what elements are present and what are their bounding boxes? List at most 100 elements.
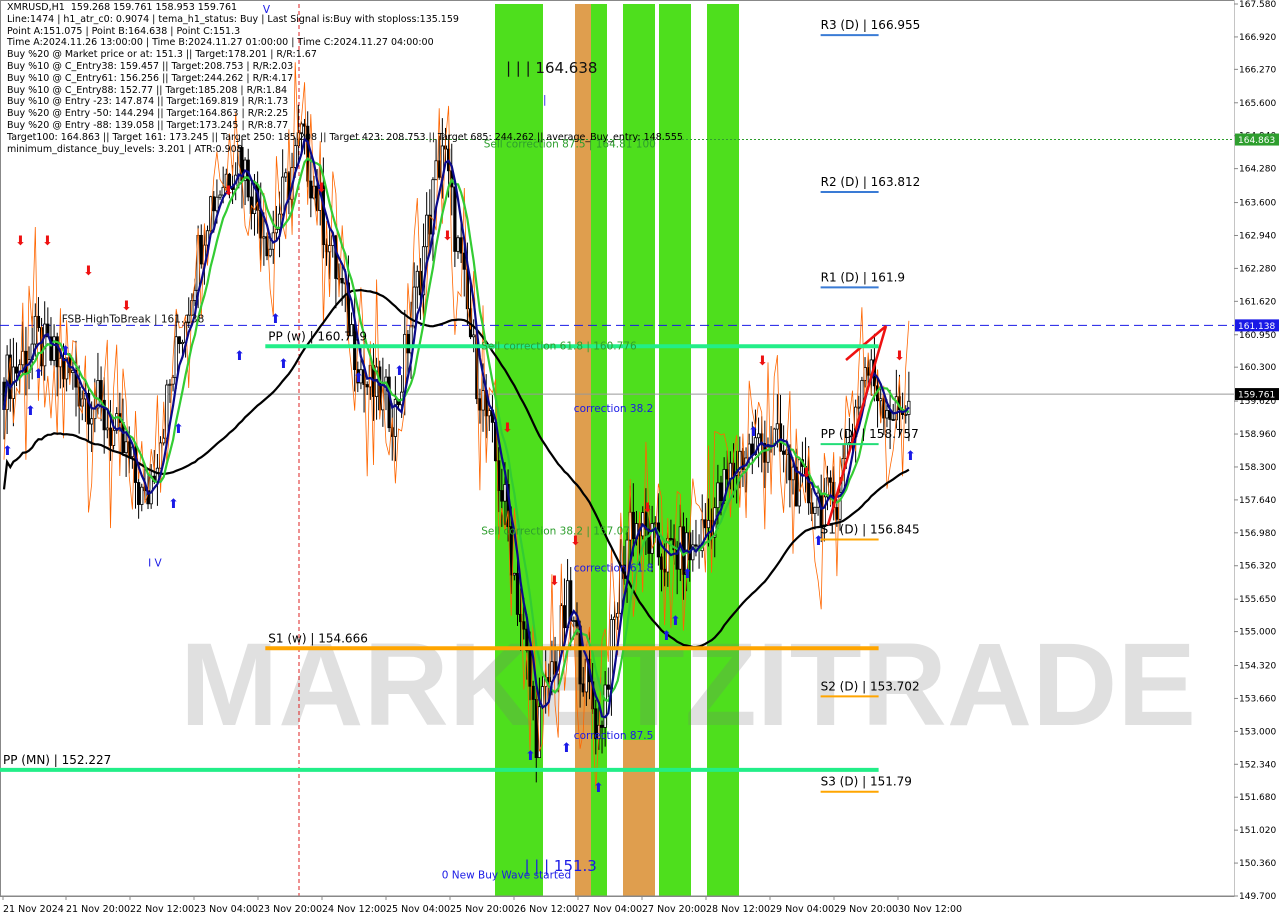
- sell-arrow: ⬇: [223, 184, 234, 199]
- candle-body: [747, 443, 751, 459]
- info-line: Point A:151.075 | Point B:164.638 | Poin…: [7, 25, 241, 37]
- candle-body: [828, 477, 833, 483]
- buy-arrow: ⬆: [278, 357, 289, 372]
- candle-body: [565, 580, 570, 629]
- buy-arrow: ⬆: [2, 444, 13, 459]
- candle-body: [459, 237, 463, 254]
- candle-body: [259, 209, 263, 239]
- level-label: S2 (D) | 153.702: [821, 679, 920, 693]
- annotation: correction 61.8: [574, 563, 653, 575]
- candle-body: [857, 406, 861, 409]
- candle-body: [531, 685, 535, 700]
- sell-arrow: ⬇: [570, 534, 581, 549]
- info-line: Buy %10 @ C_Entry88: 152.77 || Target:18…: [7, 84, 288, 96]
- signal-zone: [623, 740, 655, 896]
- buy-arrow: ⬆: [168, 497, 179, 512]
- candle-body: [716, 482, 720, 509]
- y-tick-label: 153.660: [1239, 694, 1276, 704]
- buy-arrow: ⬆: [353, 371, 364, 386]
- info-line: XMRUSD,H1 159.268 159.761 158.953 159.76…: [7, 2, 238, 13]
- candle-body: [425, 214, 429, 248]
- buy-arrow: ⬆: [661, 629, 672, 644]
- candle-body: [274, 228, 279, 234]
- buy-arrow: ⬆: [173, 422, 184, 437]
- info-line: Buy %20 @ Entry -88: 139.058 || Target:1…: [7, 119, 289, 131]
- y-tick-label: 154.320: [1239, 662, 1276, 672]
- y-tick-label: 150.360: [1239, 859, 1276, 869]
- annotation: I V: [148, 558, 162, 570]
- y-tick-label: 158.300: [1239, 463, 1276, 473]
- candle-body: [472, 334, 476, 338]
- level-label: PP (w) | 160.719: [268, 329, 367, 343]
- buy-arrow: ⬆: [25, 404, 36, 419]
- candle-body: [750, 443, 754, 455]
- buy-arrow: ⬆: [561, 741, 572, 756]
- sell-arrow: ⬇: [502, 421, 513, 436]
- sell-arrow: ⬇: [757, 354, 768, 369]
- y-tick-label: 164.280: [1239, 165, 1276, 175]
- candle-body: [162, 437, 166, 444]
- candle-body: [140, 486, 144, 505]
- y-tick-label: 155.000: [1239, 628, 1276, 638]
- y-tick-label: 167.580: [1239, 0, 1276, 10]
- candle-body: [61, 357, 66, 380]
- y-tick-label: 153.000: [1239, 727, 1276, 737]
- candle-body: [835, 507, 839, 520]
- y-tick-label: 160.950: [1239, 331, 1276, 341]
- info-line: Buy %20 @ Entry -50: 144.294 || Target:1…: [7, 108, 289, 120]
- y-tick-label: 155.650: [1239, 595, 1276, 605]
- annotation: 0 New Buy Wave started: [442, 870, 571, 882]
- y-tick-label: 162.280: [1239, 264, 1276, 274]
- x-tick-label: 25 Nov 04:00: [386, 904, 450, 915]
- info-line: Line:1474 | h1_atr_c0: 0.9074 | tema_h1_…: [7, 13, 459, 25]
- buy-arrow: ⬆: [682, 567, 693, 582]
- y-tick-label: 151.680: [1239, 793, 1276, 803]
- buy-arrow: ⬆: [593, 781, 604, 796]
- sell-arrow: ⬇: [121, 299, 132, 314]
- candle-body: [562, 605, 567, 629]
- x-tick-label: 23 Nov 20:00: [258, 904, 322, 915]
- sell-arrow: ⬇: [801, 466, 812, 481]
- candle-body: [33, 315, 37, 345]
- candle-body: [813, 506, 817, 514]
- buy-arrow: ⬆: [813, 534, 824, 549]
- buy-arrow: ⬆: [234, 349, 245, 364]
- candle-body: [415, 270, 419, 288]
- candle-body: [199, 234, 203, 265]
- candle-body: [706, 519, 711, 529]
- candle-body: [572, 620, 576, 622]
- buy-arrow: ⬆: [33, 367, 44, 382]
- x-tick-label: 29 Nov 04:00: [770, 904, 834, 915]
- candle-body: [168, 383, 172, 386]
- candle-body: [453, 186, 457, 252]
- annotation: Sell correction 38.2 | 157.07: [481, 525, 630, 537]
- candle-body: [904, 414, 908, 416]
- y-tick-label: 163.600: [1239, 199, 1276, 209]
- candle-body: [782, 450, 786, 455]
- buy-arrow: ⬆: [748, 425, 759, 440]
- sell-arrow: ⬇: [42, 234, 53, 249]
- x-tick-label: 22 Nov 12:00: [130, 904, 194, 915]
- buy-arrow: ⬆: [905, 449, 916, 464]
- candle-body: [659, 556, 664, 570]
- buy-arrow: ⬆: [525, 749, 536, 764]
- candle-body: [268, 248, 272, 257]
- candle-body: [791, 466, 795, 481]
- x-tick-label: 24 Nov 12:00: [322, 904, 386, 915]
- candle-body: [515, 572, 520, 615]
- candle-body: [719, 482, 723, 502]
- candle-body: [891, 419, 895, 421]
- info-line: Buy %20 @ Market price or at: 151.3 || T…: [7, 49, 317, 61]
- candle-body: [58, 357, 62, 368]
- candle-body: [600, 724, 604, 728]
- level-label: R2 (D) | 163.812: [821, 175, 921, 189]
- x-tick-label: 30 Nov 12:00: [898, 904, 962, 915]
- price-tag-label: 159.761: [1238, 391, 1275, 401]
- candle-body: [284, 172, 288, 178]
- candle-body: [177, 336, 181, 345]
- buy-arrow: ⬆: [60, 344, 71, 359]
- candle-body: [262, 236, 266, 239]
- candle-body: [124, 441, 128, 454]
- candle-body: [165, 384, 169, 439]
- info-panel: XMRUSD,H1 159.268 159.761 158.953 159.76…: [7, 2, 683, 155]
